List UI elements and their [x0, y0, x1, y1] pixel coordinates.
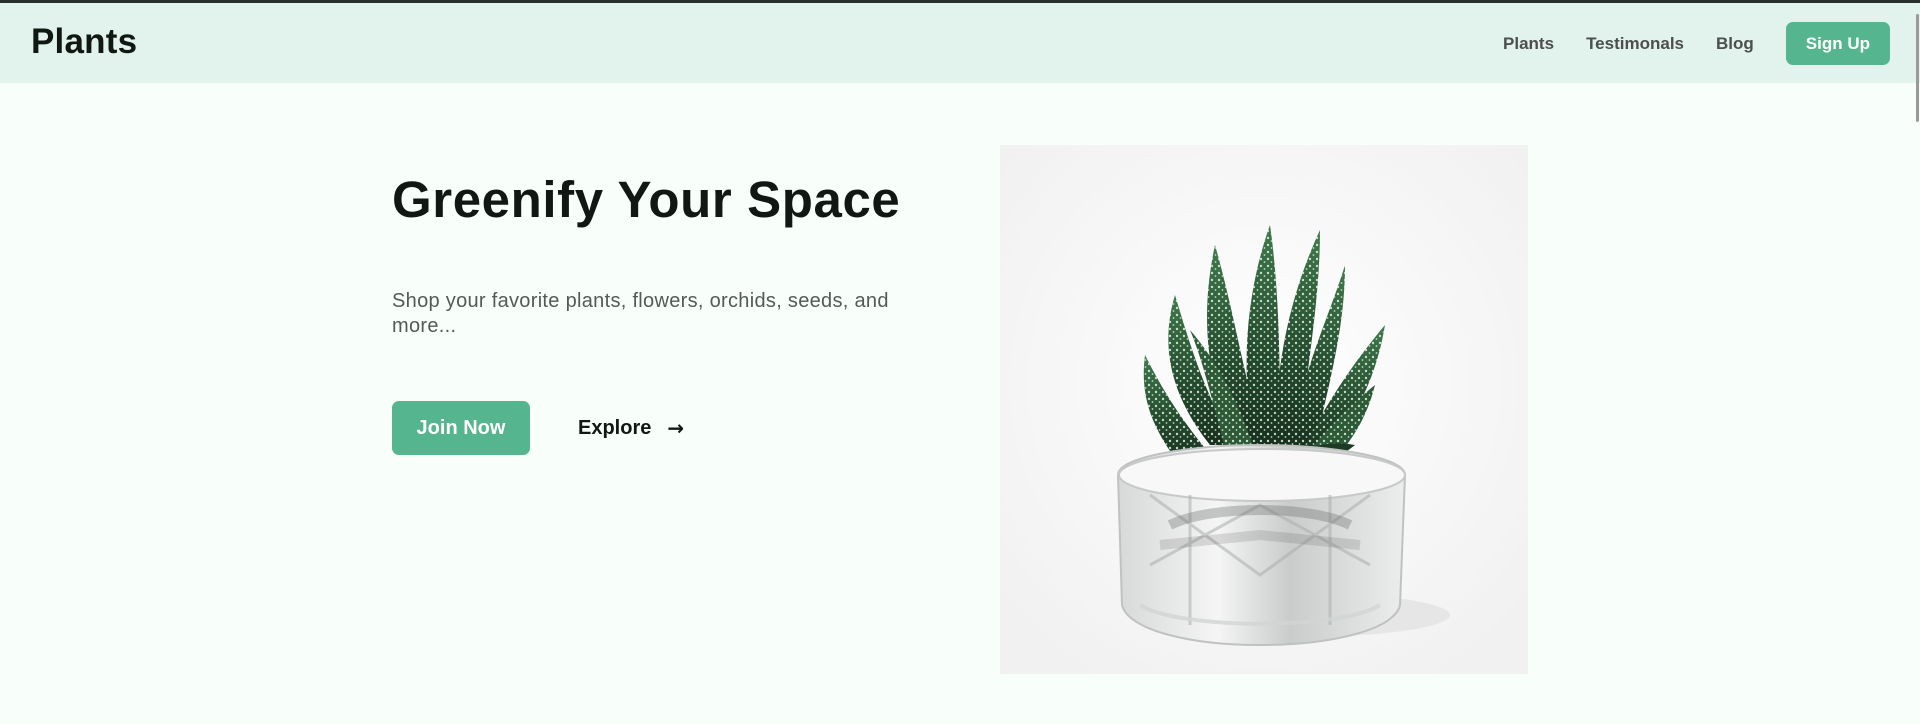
- page-scrollbar[interactable]: [1916, 14, 1919, 122]
- brand-logo[interactable]: Plants: [31, 22, 137, 62]
- signup-button[interactable]: Sign Up: [1785, 22, 1890, 65]
- succulent-plant-image: [1000, 145, 1528, 674]
- nav-link-blog[interactable]: Blog: [1716, 34, 1754, 54]
- nav-link-testimonials[interactable]: Testimonals: [1586, 34, 1684, 54]
- succulent-illustration: [1000, 145, 1528, 674]
- explore-link[interactable]: Explore →: [578, 401, 684, 455]
- nav-links: Plants Testimonals Blog Sign Up: [1503, 22, 1890, 65]
- nav-link-plants[interactable]: Plants: [1503, 34, 1554, 54]
- hero-subtitle: Shop your favorite plants, flowers, orch…: [392, 290, 889, 337]
- arrow-right-icon: →: [667, 416, 685, 440]
- navbar: Plants Plants Testimonals Blog Sign Up: [0, 3, 1920, 83]
- join-now-button[interactable]: Join Now: [392, 401, 530, 455]
- hero-title: Greenify Your Space: [392, 171, 901, 228]
- explore-label: Explore: [578, 416, 652, 439]
